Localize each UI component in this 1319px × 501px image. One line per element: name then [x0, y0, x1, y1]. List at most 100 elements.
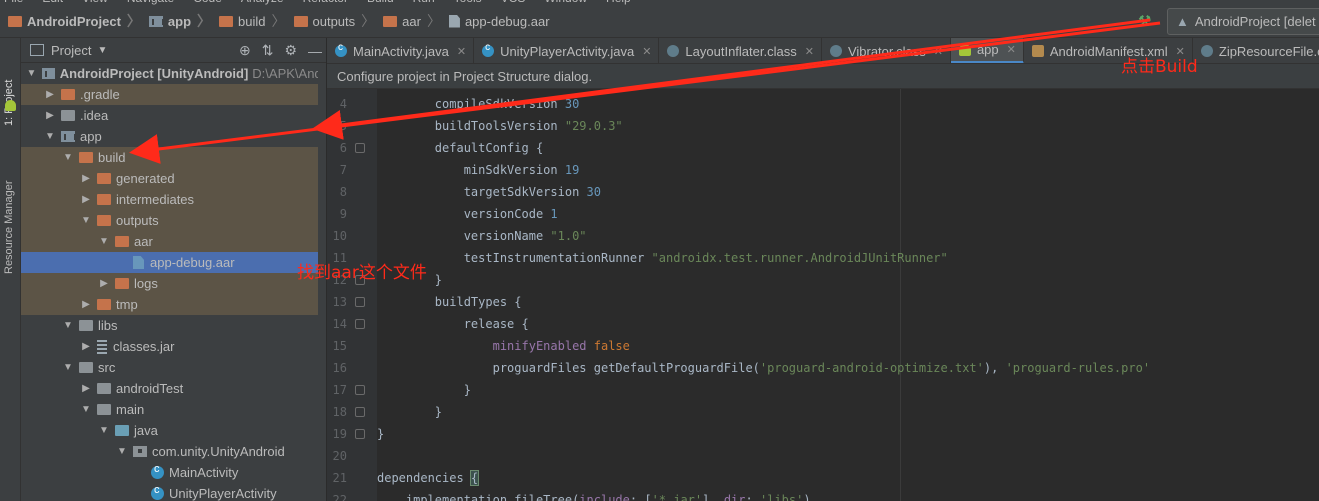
- chevron-right-icon[interactable]: ▶: [97, 278, 111, 289]
- tree-item[interactable]: ▼ build: [21, 147, 326, 168]
- hide-panel-icon[interactable]: —: [308, 43, 322, 59]
- breadcrumb-item[interactable]: app-debug.aar: [441, 5, 550, 38]
- file-type-icon: [667, 45, 680, 57]
- gear-icon[interactable]: ⚙: [284, 42, 297, 59]
- left-tool-strip: 1: Project Resource Manager: [0, 38, 21, 501]
- tree-item[interactable]: ▼ src: [21, 357, 326, 378]
- fold-marker-icon[interactable]: [355, 407, 365, 417]
- tree-item[interactable]: ▶ intermediates: [21, 189, 326, 210]
- tree-item[interactable]: ▼ AndroidProject [UnityAndroid] D:\APK\And…: [21, 63, 326, 84]
- breadcrumb-item[interactable]: app 〉: [141, 5, 211, 38]
- fold-marker-icon[interactable]: [355, 297, 365, 307]
- code-text: minSdkVersion 19: [377, 163, 580, 177]
- breadcrumb-label: AndroidProject: [27, 13, 121, 29]
- tree-item[interactable]: ▶ logs: [21, 273, 326, 294]
- tree-item[interactable]: ▶ .idea: [21, 105, 326, 126]
- tree-item-selected[interactable]: ▶app-debug.aar: [21, 252, 326, 273]
- editor-tab[interactable]: UnityPlayerActivity.java ✕: [474, 38, 660, 63]
- breadcrumb-item[interactable]: outputs 〉: [286, 5, 375, 38]
- chevron-down-icon[interactable]: ▼: [61, 152, 75, 163]
- build-hammer-icon[interactable]: ⚒: [1138, 12, 1151, 30]
- tree-item[interactable]: ▶ .gradle: [21, 84, 326, 105]
- tree-item[interactable]: ▶MainActivity: [21, 462, 326, 483]
- code-token: versionName: [377, 229, 551, 243]
- tree-item[interactable]: ▶ tmp: [21, 294, 326, 315]
- folder-icon: [115, 236, 129, 247]
- chevron-right-icon[interactable]: ▶: [43, 110, 57, 121]
- fold-marker-icon[interactable]: [355, 319, 365, 329]
- close-icon[interactable]: ✕: [1007, 43, 1016, 56]
- tree-item[interactable]: ▶ androidTest: [21, 378, 326, 399]
- tree-item[interactable]: ▼ outputs: [21, 210, 326, 231]
- chevron-right-icon[interactable]: ▶: [79, 173, 93, 184]
- tree-item[interactable]: ▼ libs: [21, 315, 326, 336]
- chevron-down-icon[interactable]: ▼: [61, 320, 75, 331]
- tree-item[interactable]: ▶ generated: [21, 168, 326, 189]
- fold-marker-icon[interactable]: [355, 385, 365, 395]
- code-editor[interactable]: 4 compileSdkVersion 30 5 buildToolsVersio…: [327, 89, 1319, 501]
- chevron-down-icon[interactable]: ▼: [97, 425, 111, 436]
- file-type-icon: [482, 42, 495, 57]
- editor-tab-label: Vibrator.class: [847, 43, 926, 59]
- chevron-down-icon[interactable]: ▼: [43, 131, 57, 142]
- chevron-right-icon[interactable]: ▶: [79, 341, 93, 352]
- close-icon[interactable]: ✕: [457, 45, 466, 58]
- code-token: }: [377, 405, 443, 419]
- tree-item[interactable]: ▼ app: [21, 126, 326, 147]
- project-view-selector[interactable]: Project: [51, 43, 91, 58]
- chevron-right-icon[interactable]: ▶: [43, 89, 57, 100]
- code-line: 19}: [327, 423, 1319, 445]
- editor-tab[interactable]: LayoutInflater.class ✕: [659, 38, 822, 63]
- chevron-down-icon[interactable]: ▼: [25, 68, 38, 79]
- chevron-right-icon: 〉: [197, 13, 212, 29]
- close-icon[interactable]: ✕: [934, 45, 943, 58]
- chevron-down-icon[interactable]: ▼: [61, 362, 75, 373]
- editor-tab-label: app: [976, 42, 999, 57]
- chevron-right-icon[interactable]: ▶: [79, 299, 93, 310]
- tree-item-label: tmp: [116, 297, 138, 312]
- file-type-icon: [829, 45, 842, 57]
- line-number: 18: [332, 405, 347, 419]
- code-text: proguardFiles getDefaultProguardFile('pr…: [377, 361, 1150, 375]
- close-icon[interactable]: ✕: [642, 45, 651, 58]
- locate-file-icon[interactable]: ⊕: [239, 42, 251, 59]
- editor-tab[interactable]: MainActivity.java ✕: [327, 38, 475, 63]
- tree-item[interactable]: ▼ com.unity.UnityAndroid: [21, 441, 326, 462]
- breadcrumb-item[interactable]: aar 〉: [375, 5, 441, 38]
- code-text: testInstrumentationRunner "androidx.test…: [377, 251, 948, 265]
- line-number: 4: [339, 97, 347, 111]
- chevron-down-icon[interactable]: ▼: [115, 446, 129, 457]
- chevron-right-icon[interactable]: ▶: [79, 383, 93, 394]
- run-configuration-select[interactable]: ▲ AndroidProject [delet: [1167, 8, 1319, 35]
- close-icon[interactable]: ✕: [805, 45, 814, 58]
- breadcrumb-item[interactable]: build 〉: [211, 5, 286, 38]
- editor-tab[interactable]: Vibrator.class ✕: [822, 38, 951, 63]
- line-number: 16: [332, 361, 347, 375]
- chevron-down-icon[interactable]: ▼: [79, 215, 93, 226]
- tree-item-label: libs: [98, 318, 118, 333]
- fold-marker-icon[interactable]: [355, 143, 365, 153]
- chevron-down-icon[interactable]: ▼: [97, 45, 107, 56]
- tree-item[interactable]: ▶UnityPlayerActivity: [21, 483, 326, 501]
- tree-item[interactable]: ▼ aar: [21, 231, 326, 252]
- tree-item[interactable]: ▼ java: [21, 420, 326, 441]
- chevron-down-icon[interactable]: ▼: [79, 404, 93, 415]
- collapse-all-icon[interactable]: ⇅: [262, 42, 274, 59]
- fold-marker-icon[interactable]: [355, 429, 365, 439]
- tool-tab-project[interactable]: 1: Project: [3, 46, 15, 126]
- chevron-right-icon[interactable]: ▶: [79, 194, 93, 205]
- code-token: 30: [586, 185, 601, 199]
- tree-item[interactable]: ▶ classes.jar: [21, 336, 326, 357]
- banner-text: Configure project in Project Structure d…: [337, 68, 593, 84]
- tree-item[interactable]: ▼ main: [21, 399, 326, 420]
- chevron-down-icon[interactable]: ▼: [97, 236, 111, 247]
- editor-tab[interactable]: app ✕: [950, 38, 1024, 63]
- code-token: }: [377, 427, 385, 441]
- code-text: targetSdkVersion 30: [377, 185, 601, 199]
- editor-tab[interactable]: ZipResourceFile.cla: [1193, 38, 1319, 63]
- code-token: 30: [564, 97, 580, 111]
- gutter-spacer: [355, 187, 365, 197]
- breadcrumb-item[interactable]: AndroidProject 〉: [0, 5, 141, 38]
- tool-tab-resource-manager[interactable]: Resource Manager: [3, 134, 15, 274]
- breadcrumb-label: app-debug.aar: [464, 13, 550, 29]
